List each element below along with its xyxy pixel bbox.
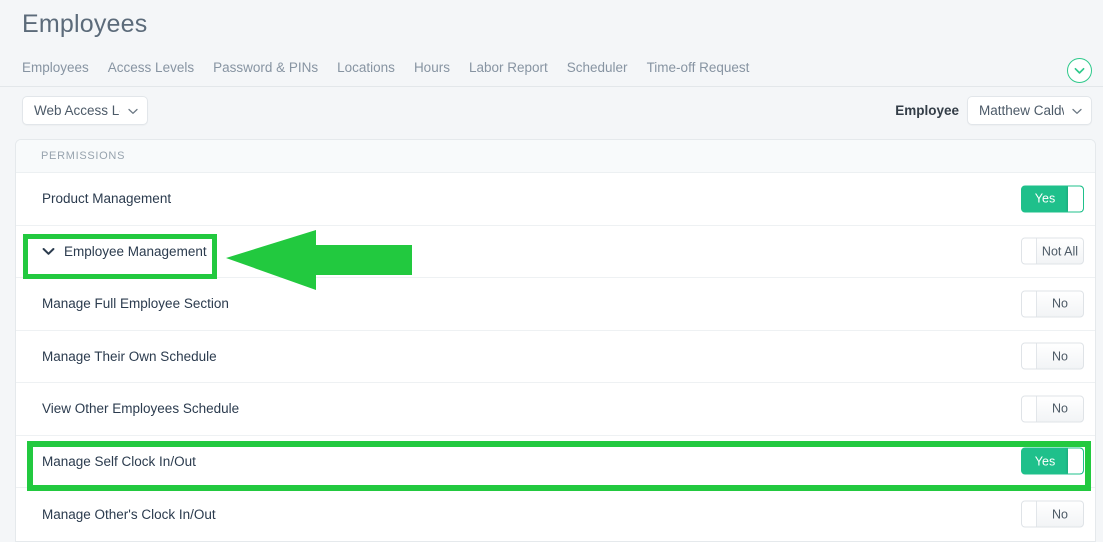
toggle-knob [1068, 448, 1083, 474]
toggle-knob [1022, 343, 1037, 369]
permission-toggle[interactable]: No [1021, 342, 1084, 370]
permission-label-wrap: Employee Management [42, 244, 207, 259]
permission-label-wrap: Product Management [42, 191, 171, 206]
tab-password-pins[interactable]: Password & PINs [213, 60, 318, 75]
chevron-down-icon [1072, 102, 1082, 120]
toggle-label: Yes [1034, 454, 1056, 468]
tab-scheduler[interactable]: Scheduler [567, 60, 628, 75]
toggle-label: No [1052, 296, 1068, 311]
tab-employees[interactable]: Employees [22, 60, 89, 75]
access-level-select[interactable]: Web Access Le... [22, 96, 148, 125]
permission-label: Employee Management [64, 243, 207, 259]
chevron-down-icon [128, 102, 138, 120]
table-row[interactable]: Manage Self Clock In/Out Yes [16, 436, 1095, 488]
permission-toggle[interactable]: No [1021, 290, 1084, 318]
toggle-label: No [1052, 349, 1068, 363]
permissions-header-title: PERMISSIONS [41, 150, 126, 162]
access-level-value: Web Access Le... [34, 103, 120, 118]
toggle-knob [1068, 186, 1083, 212]
permission-label-wrap: Manage Their Own Schedule [42, 349, 217, 364]
permission-label: Manage Other's Clock In/Out [42, 506, 216, 522]
tab-access-levels[interactable]: Access Levels [108, 60, 194, 75]
table-row[interactable]: Manage Other's Clock In/Out No [16, 488, 1095, 541]
employee-value: Matthew Caldw... [979, 103, 1064, 118]
tab-time-off-request[interactable]: Time-off Request [647, 60, 750, 75]
filter-bar: Web Access Le... Employee Matthew Caldw.… [0, 87, 1103, 132]
table-row[interactable]: Product Management Yes [16, 173, 1095, 226]
permission-label: View Other Employees Schedule [42, 401, 240, 417]
permission-toggle[interactable]: Not All [1021, 237, 1084, 265]
permission-label-wrap: Manage Other's Clock In/Out [42, 507, 216, 522]
permission-toggle[interactable]: No [1021, 500, 1084, 528]
toggle-knob [1022, 291, 1037, 317]
toggle-label: Yes [1034, 191, 1056, 206]
toggle-knob [1022, 238, 1037, 264]
toggle-knob [1022, 501, 1037, 527]
tab-list: Employees Access Levels Password & PINs … [22, 60, 749, 75]
permission-label: Manage Their Own Schedule [42, 348, 217, 364]
permission-label-wrap: View Other Employees Schedule [42, 401, 239, 416]
permissions-card: PERMISSIONS Product Management Yes Emplo… [15, 139, 1096, 542]
employee-select[interactable]: Matthew Caldw... [967, 96, 1092, 125]
permission-label: Product Management [42, 191, 172, 207]
table-row[interactable]: Manage Their Own Schedule No [16, 331, 1095, 383]
table-row[interactable]: Manage Full Employee Section No [16, 278, 1095, 331]
permission-toggle[interactable]: Yes [1021, 185, 1084, 213]
toggle-label: No [1052, 507, 1068, 521]
tab-bar: Employees Access Levels Password & PINs … [0, 56, 1103, 87]
permission-label-wrap: Manage Full Employee Section [42, 296, 229, 311]
permissions-card-header: PERMISSIONS [16, 140, 1095, 173]
table-row[interactable]: Employee Management Not All [16, 226, 1095, 278]
permission-label: Manage Self Clock In/Out [42, 453, 196, 469]
toggle-label: No [1052, 401, 1068, 416]
permission-label: Manage Full Employee Section [42, 296, 229, 312]
table-row[interactable]: View Other Employees Schedule No [16, 383, 1095, 436]
tab-locations[interactable]: Locations [337, 60, 395, 75]
chevron-down-icon [1074, 67, 1085, 75]
page-title: Employees [22, 10, 148, 38]
toggle-label: Not All [1041, 244, 1079, 258]
permission-toggle[interactable]: Yes [1021, 447, 1084, 475]
employee-filter-label: Employee [895, 103, 959, 118]
chevron-down-icon[interactable] [42, 244, 55, 259]
collapse-panel-button[interactable] [1067, 58, 1092, 83]
permission-toggle[interactable]: No [1021, 395, 1084, 423]
permission-label-wrap: Manage Self Clock In/Out [42, 454, 196, 469]
tab-labor-report[interactable]: Labor Report [469, 60, 548, 75]
toggle-knob [1022, 396, 1037, 422]
tab-hours[interactable]: Hours [414, 60, 450, 75]
